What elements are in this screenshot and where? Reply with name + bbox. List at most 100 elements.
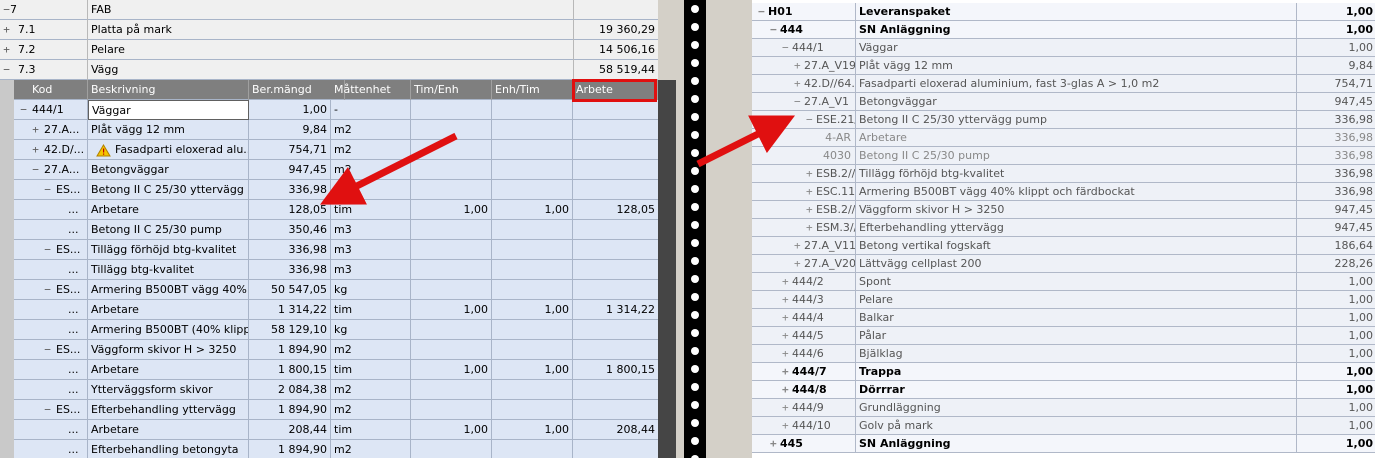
tree-row[interactable]: +42.D//64.4Fasadparti eloxerad aluminium… — [752, 75, 1375, 93]
row-beskrivning: Armering B500BT (40% klippt,... — [88, 320, 249, 340]
table-row[interactable]: −444/1 Väggar 1,00- — [14, 100, 658, 120]
row-tim-enh — [411, 140, 492, 160]
table-row[interactable]: −ES...Armering B500BT vägg 40% k...50 54… — [14, 280, 658, 300]
tree-row[interactable]: 4-AR Arbetare 336,98 — [752, 129, 1375, 147]
tree-row[interactable]: +444/10 Golv på mark 1,00 — [752, 417, 1375, 435]
row-desc-text: Fasadparti eloxerad alu... — [115, 143, 249, 156]
table-row[interactable]: ... Arbetare 208,44 tim 1,00 1,00 208,44 — [14, 420, 658, 440]
tree-value: 1,00 — [1348, 311, 1374, 324]
group-row[interactable]: −7.3 Vägg 58 519,44 — [0, 60, 658, 80]
tree-desc: Väggform skivor H > 3250 — [856, 201, 1297, 219]
table-row[interactable]: ...Armering B500BT (40% klippt,...58 129… — [14, 320, 658, 340]
table-row[interactable]: ... Efterbehandling betongyta 1 894,90 m2 — [14, 440, 658, 458]
tree-row[interactable]: + ESM.3//Efterbehandling yttervägg 947,45 — [752, 219, 1375, 237]
row-enh-tim — [492, 260, 573, 280]
row-ber-mangd: 128,05 — [249, 200, 331, 220]
table-row[interactable]: ... Arbetare 1 314,22 tim 1,00 1,00 1 314,22 — [14, 300, 658, 320]
tree-desc: Plåt vägg 12 mm — [856, 57, 1297, 75]
group-row[interactable]: +7.2 Pelare 14 506,16 — [0, 40, 658, 60]
tree-row[interactable]: +27.A_V20 Lättvägg cellplast 200 228,26 — [752, 255, 1375, 273]
tree-desc: Balkar — [856, 309, 1297, 327]
tree-row[interactable]: +444/9 Grundläggning 1,00 — [752, 399, 1375, 417]
row-ber-mangd: 58 129,10 — [249, 320, 331, 340]
row-arbete — [573, 100, 658, 120]
film-hole-icon — [691, 95, 699, 103]
row-mattenhet: m3 — [331, 180, 411, 200]
tree-value: 947,45 — [1334, 221, 1374, 234]
tree-row[interactable]: −444/1 Väggar 1,00 — [752, 39, 1375, 57]
grid-header: Kod Beskrivning Ber.mängd Måttenhet Tim/… — [14, 80, 658, 100]
tree-desc: Betong vertikal fogskaft — [856, 237, 1297, 255]
tree-code: 445 — [752, 435, 856, 453]
table-row[interactable]: −27.A... Betongväggar 947,45 m2 — [14, 160, 658, 180]
row-desc-text: Tillägg förhöjd btg-kvalitet — [91, 243, 237, 256]
tree-row[interactable]: −ESE.21//Betong II C 25/30 yttervägg pum… — [752, 111, 1375, 129]
row-kod: ES... — [14, 340, 88, 360]
tree-row[interactable]: 4030 Betong II C 25/30 pump 336,98 — [752, 147, 1375, 165]
group-desc: Pelare — [88, 40, 574, 60]
col-kod[interactable]: Kod — [14, 80, 88, 100]
tree-desc: SN Anläggning — [856, 435, 1297, 453]
table-row[interactable]: ... Arbetare 128,05 tim 1,00 1,00 128,05 — [14, 200, 658, 220]
row-kod: ES... — [14, 400, 88, 420]
warning-icon — [96, 143, 111, 156]
row-beskrivning[interactable]: Väggar — [88, 100, 249, 120]
col-tim-enh[interactable]: Tim/Enh — [411, 80, 492, 100]
row-kod: ... — [14, 200, 88, 220]
row-tim-enh: 1,00 — [411, 420, 492, 440]
col-beskrivning[interactable]: Beskrivning — [88, 80, 249, 100]
tree-row[interactable]: − H01 Leveranspaket 1,00 — [752, 3, 1375, 21]
row-ber-mangd: 1 314,22 — [249, 300, 331, 320]
tree-row[interactable]: +445 SN Anläggning 1,00 — [752, 435, 1375, 453]
row-tim-enh — [411, 280, 492, 300]
tree-row[interactable]: +27.A_V19 Plåt vägg 12 mm 9,84 — [752, 57, 1375, 75]
row-enh-tim — [492, 240, 573, 260]
tree-row[interactable]: +444/2 Spont 1,00 — [752, 273, 1375, 291]
row-kod: ... — [14, 440, 88, 458]
film-hole-icon — [691, 185, 699, 193]
tree-row[interactable]: + ESB.2//Väggform skivor H > 3250 947,45 — [752, 201, 1375, 219]
tree-desc: Grundläggning — [856, 399, 1297, 417]
table-row[interactable]: − ES... Tillägg förhöjd btg-kvalitet 336,98… — [14, 240, 658, 260]
table-row[interactable]: ... Tillägg btg-kvalitet 336,98 m3 — [14, 260, 658, 280]
tree-desc: Lättvägg cellplast 200 — [856, 255, 1297, 273]
tree-row[interactable]: +444/7 Trappa 1,00 — [752, 363, 1375, 381]
row-tim-enh — [411, 220, 492, 240]
row-mattenhet: m3 — [331, 260, 411, 280]
tree-value: 1,00 — [1345, 383, 1373, 396]
table-row[interactable]: +42.D/... Fasadparti eloxerad alu... 754,7… — [14, 140, 658, 160]
film-hole-icon — [691, 293, 699, 301]
tree-code: 444/10 — [752, 417, 856, 435]
tree-row[interactable]: +444/3 Pelare 1,00 — [752, 291, 1375, 309]
tree-row[interactable]: +27.A_V11 Betong vertikal fogskaft 186,64 — [752, 237, 1375, 255]
table-row[interactable]: − ES... Väggform skivor H > 3250 1 894,90 m2 — [14, 340, 658, 360]
tree-row[interactable]: +444/6 Bjälklag 1,00 — [752, 345, 1375, 363]
table-row[interactable]: ... Arbetare 1 800,15 tim 1,00 1,00 1 800,15 — [14, 360, 658, 380]
row-arbete — [573, 260, 658, 280]
col-enh-tim[interactable]: Enh/Tim — [492, 80, 573, 100]
vertical-scrollbar[interactable] — [658, 80, 676, 458]
tree-row[interactable]: +444/4 Balkar 1,00 — [752, 309, 1375, 327]
tree-desc: Efterbehandling yttervägg — [856, 219, 1297, 237]
tree-row[interactable]: + ESB.2//Tillägg förhöjd btg-kvalitet 336,… — [752, 165, 1375, 183]
row-mattenhet: m2 — [331, 400, 411, 420]
tree-row[interactable]: −444 SN Anläggning 1,00 — [752, 21, 1375, 39]
tree-code: 4030 — [752, 147, 856, 165]
tree-row[interactable]: +444/8 Dörrrar 1,00 — [752, 381, 1375, 399]
tree-desc: SN Anläggning — [856, 21, 1297, 39]
table-row[interactable]: +27.A... Plåt vägg 12 mm 9,84 m2 — [14, 120, 658, 140]
tree-row[interactable]: +444/5 Pålar 1,00 — [752, 327, 1375, 345]
tree-row[interactable]: −27.A_V1 Betongväggar 947,45 — [752, 93, 1375, 111]
row-enh-tim — [492, 340, 573, 360]
group-row[interactable]: +7.1 Platta på mark 19 360,29 — [0, 20, 658, 40]
row-mattenhet: kg — [331, 320, 411, 340]
table-row[interactable]: − ES... Efterbehandling yttervägg 1 894,90 m… — [14, 400, 658, 420]
table-row[interactable]: ... Ytterväggsform skivor 2 084,38 m2 — [14, 380, 658, 400]
group-row[interactable]: −7 FAB — [0, 0, 658, 20]
tree-row[interactable]: +ESC.11//Armering B500BT vägg 40% klippt… — [752, 183, 1375, 201]
col-mattenhet[interactable]: Måttenhet — [331, 80, 411, 100]
row-ber-mangd: 1 894,90 — [249, 440, 331, 458]
tree-desc: Armering B500BT vägg 40% klippt och färd… — [856, 183, 1297, 201]
table-row[interactable]: − ES... Betong II C 25/30 yttervägg ... 336… — [14, 180, 658, 200]
table-row[interactable]: ... Betong II C 25/30 pump 350,46 m3 — [14, 220, 658, 240]
